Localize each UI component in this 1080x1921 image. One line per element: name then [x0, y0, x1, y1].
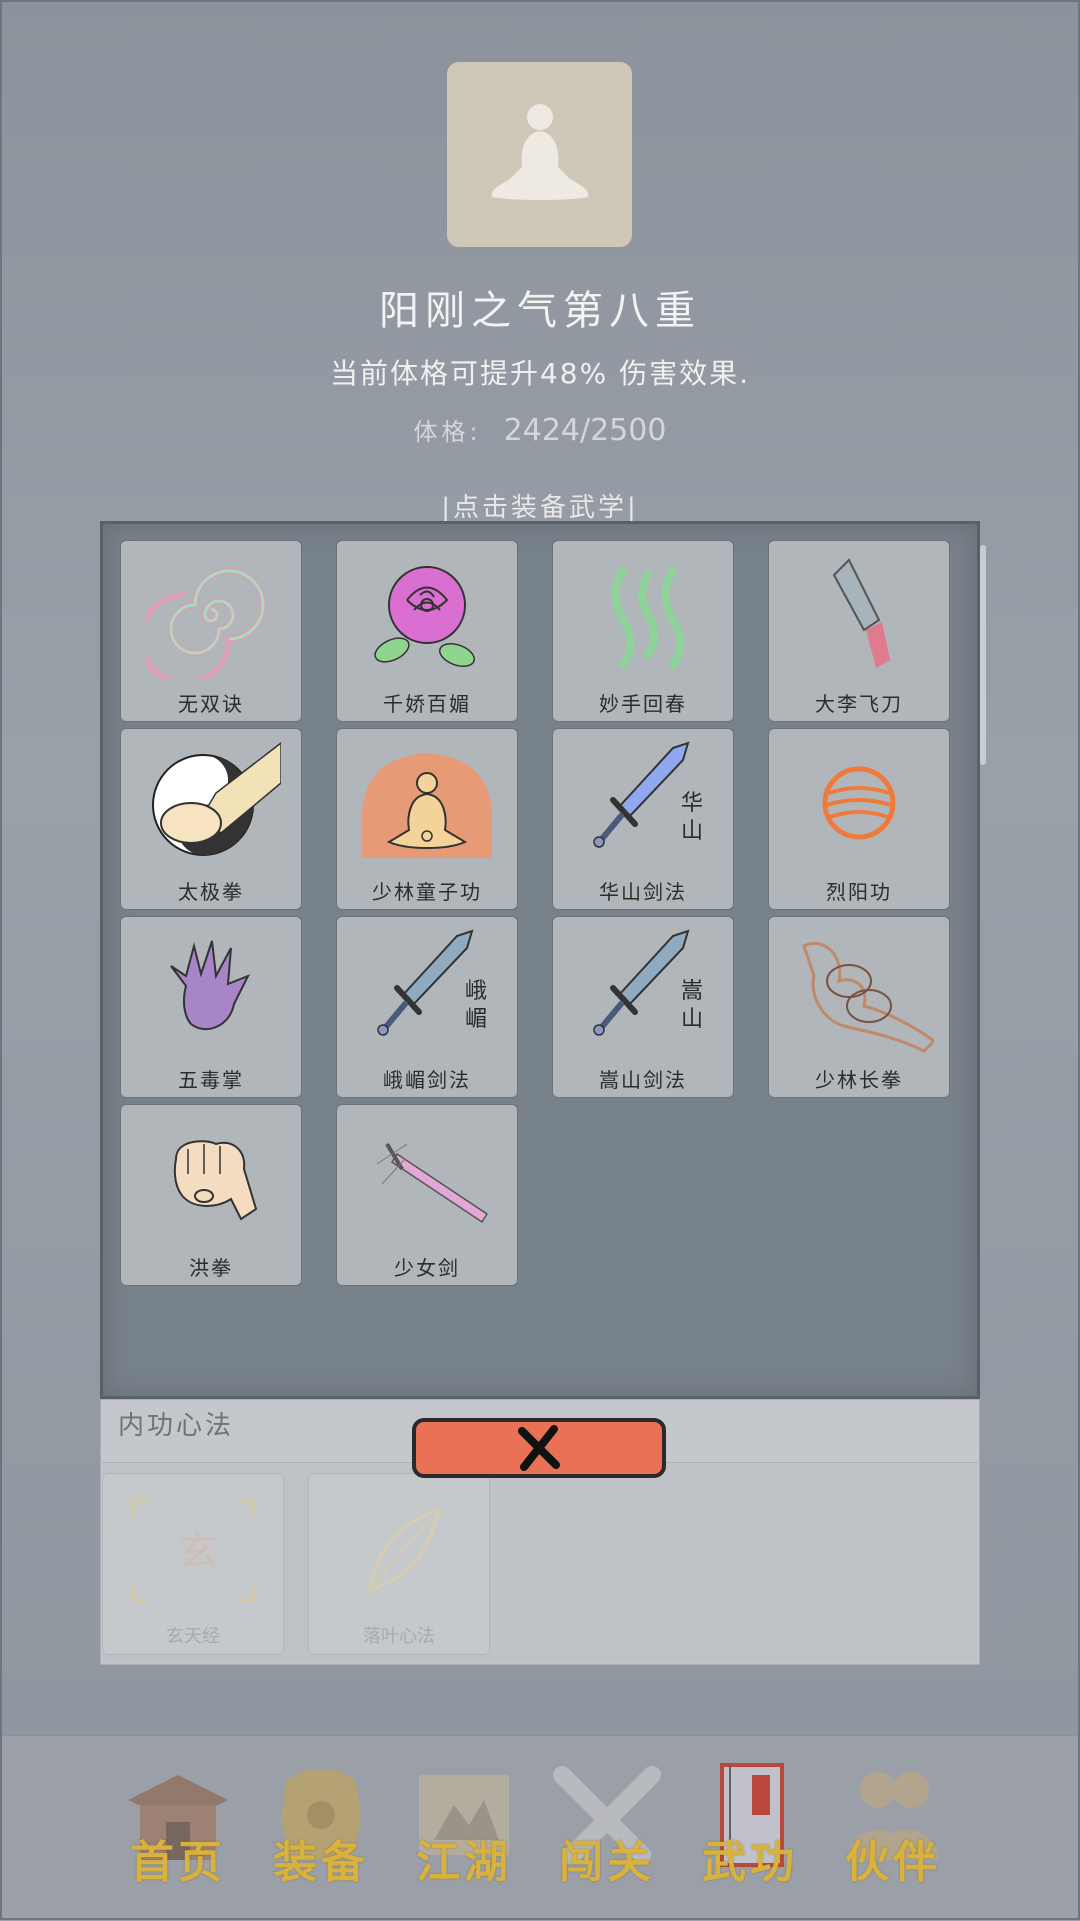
skill-name: 洪拳 — [189, 1256, 233, 1280]
skill-card[interactable]: 少女剑 — [336, 1104, 518, 1286]
close-icon — [518, 1425, 560, 1471]
healing-mist-icon — [611, 566, 685, 669]
physique-stat: 体格: 2424/2500 — [0, 412, 1080, 448]
close-button[interactable] — [412, 1418, 666, 1478]
sword-icon: 嵩 山 — [593, 929, 703, 1036]
sun-orb-icon — [822, 766, 896, 840]
scroll-glyph-icon: 玄 — [131, 1498, 255, 1602]
meditation-avatar — [447, 62, 632, 247]
skill-name: 五毒掌 — [178, 1068, 244, 1092]
skill-card[interactable]: 峨 嵋 峨嵋剑法 — [336, 916, 518, 1098]
skill-card[interactable]: 大李飞刀 — [768, 540, 950, 722]
nav-label: 闯关 — [559, 1837, 655, 1888]
flying-knife-icon — [832, 558, 890, 668]
nav-label: 装备 — [273, 1837, 369, 1888]
skill-card[interactable]: 嵩 山 嵩山剑法 — [552, 916, 734, 1098]
skill-card[interactable]: 无双诀 — [120, 540, 302, 722]
inner-skill-name: 玄天经 — [166, 1626, 220, 1647]
leaf-icon — [367, 1507, 442, 1593]
realm-title: 阳刚之气第八重 — [379, 288, 701, 334]
skill-name: 少女剑 — [394, 1256, 460, 1280]
skill-name: 峨嵋剑法 — [383, 1068, 471, 1092]
effect-description: 当前体格可提升48% 伤害效果. — [329, 357, 751, 390]
spiral-icon — [146, 568, 266, 680]
skill-name: 妙手回春 — [599, 692, 687, 716]
scrollbar[interactable] — [980, 545, 986, 765]
nav-martial-arts[interactable]: 武功 — [680, 1760, 820, 1890]
skill-name: 少林童子功 — [372, 880, 482, 904]
skill-name: 嵩山剑法 — [599, 1068, 687, 1092]
skill-card[interactable]: 烈阳功 — [768, 728, 950, 910]
nav-label: 首页 — [130, 1837, 226, 1888]
nav-label: 武功 — [702, 1837, 798, 1888]
skill-name: 大李飞刀 — [815, 692, 903, 716]
skill-name: 千娇百媚 — [383, 692, 471, 716]
inner-skill-name: 落叶心法 — [363, 1626, 435, 1647]
skill-name: 无双诀 — [178, 692, 244, 716]
sword-label-2: 嵋 — [465, 1007, 487, 1032]
rose-icon — [374, 566, 476, 667]
skill-card[interactable]: 五毒掌 — [120, 916, 302, 1098]
equip-hint: |点击装备武学| — [441, 493, 639, 523]
skill-card[interactable]: 妙手回春 — [552, 540, 734, 722]
sword-label-1: 嵩 — [681, 979, 703, 1004]
skills-grid: 无双诀 千娇百媚 妙手回春 大李飞刀 太极拳 少林童子功 华 山 华山剑法 烈阳… — [120, 540, 950, 1286]
inner-power-header: 内功心法 — [118, 1411, 235, 1441]
skill-equip-screen: 阳刚之气第八重 当前体格可提升48% 伤害效果. 体格: 2424/2500 |点… — [0, 0, 1080, 1921]
skill-card[interactable]: 少林长拳 — [768, 916, 950, 1098]
nav-companions[interactable]: 伙伴 — [823, 1760, 963, 1890]
nav-challenge[interactable]: 闯关 — [537, 1760, 677, 1890]
skill-card[interactable]: 少林童子功 — [336, 728, 518, 910]
skill-card[interactable]: 太极拳 — [120, 728, 302, 910]
sword-icon: 华 山 — [593, 741, 703, 848]
physique-value: 2424/2500 — [503, 413, 667, 448]
sword-label-1: 华 — [681, 791, 703, 816]
taiji-fist-icon — [152, 742, 281, 856]
meditating-monk-icon — [362, 753, 492, 858]
sword-icon: 峨 嵋 — [377, 929, 487, 1036]
svg-text:玄: 玄 — [178, 1529, 218, 1575]
inner-skill-card[interactable]: 落叶心法 — [308, 1473, 490, 1655]
pink-sword-icon — [376, 1142, 489, 1224]
skill-name: 华山剑法 — [599, 880, 687, 904]
nav-equipment[interactable]: 装备 — [251, 1760, 391, 1890]
skill-card[interactable]: 千娇百媚 — [336, 540, 518, 722]
sword-label-2: 山 — [681, 1007, 703, 1032]
fist-icon — [173, 1140, 258, 1221]
skill-name: 太极拳 — [178, 880, 244, 904]
sword-label-1: 峨 — [465, 979, 487, 1004]
meditating-figure-icon — [491, 103, 588, 200]
skill-name: 烈阳功 — [826, 880, 892, 904]
inner-skill-card[interactable]: 玄 玄天经 — [102, 1473, 284, 1655]
sword-label-2: 山 — [681, 819, 703, 844]
nav-jianghu[interactable]: 江湖 — [394, 1760, 534, 1890]
nav-label: 江湖 — [416, 1837, 512, 1888]
fists-icon — [802, 942, 934, 1053]
nav-label: 伙伴 — [845, 1837, 941, 1888]
skill-name: 少林长拳 — [815, 1068, 903, 1092]
physique-label: 体格: — [413, 418, 482, 446]
skill-card[interactable]: 洪拳 — [120, 1104, 302, 1286]
poison-palm-icon — [170, 940, 251, 1031]
nav-home[interactable]: 首页 — [108, 1760, 248, 1890]
skill-card[interactable]: 华 山 华山剑法 — [552, 728, 734, 910]
